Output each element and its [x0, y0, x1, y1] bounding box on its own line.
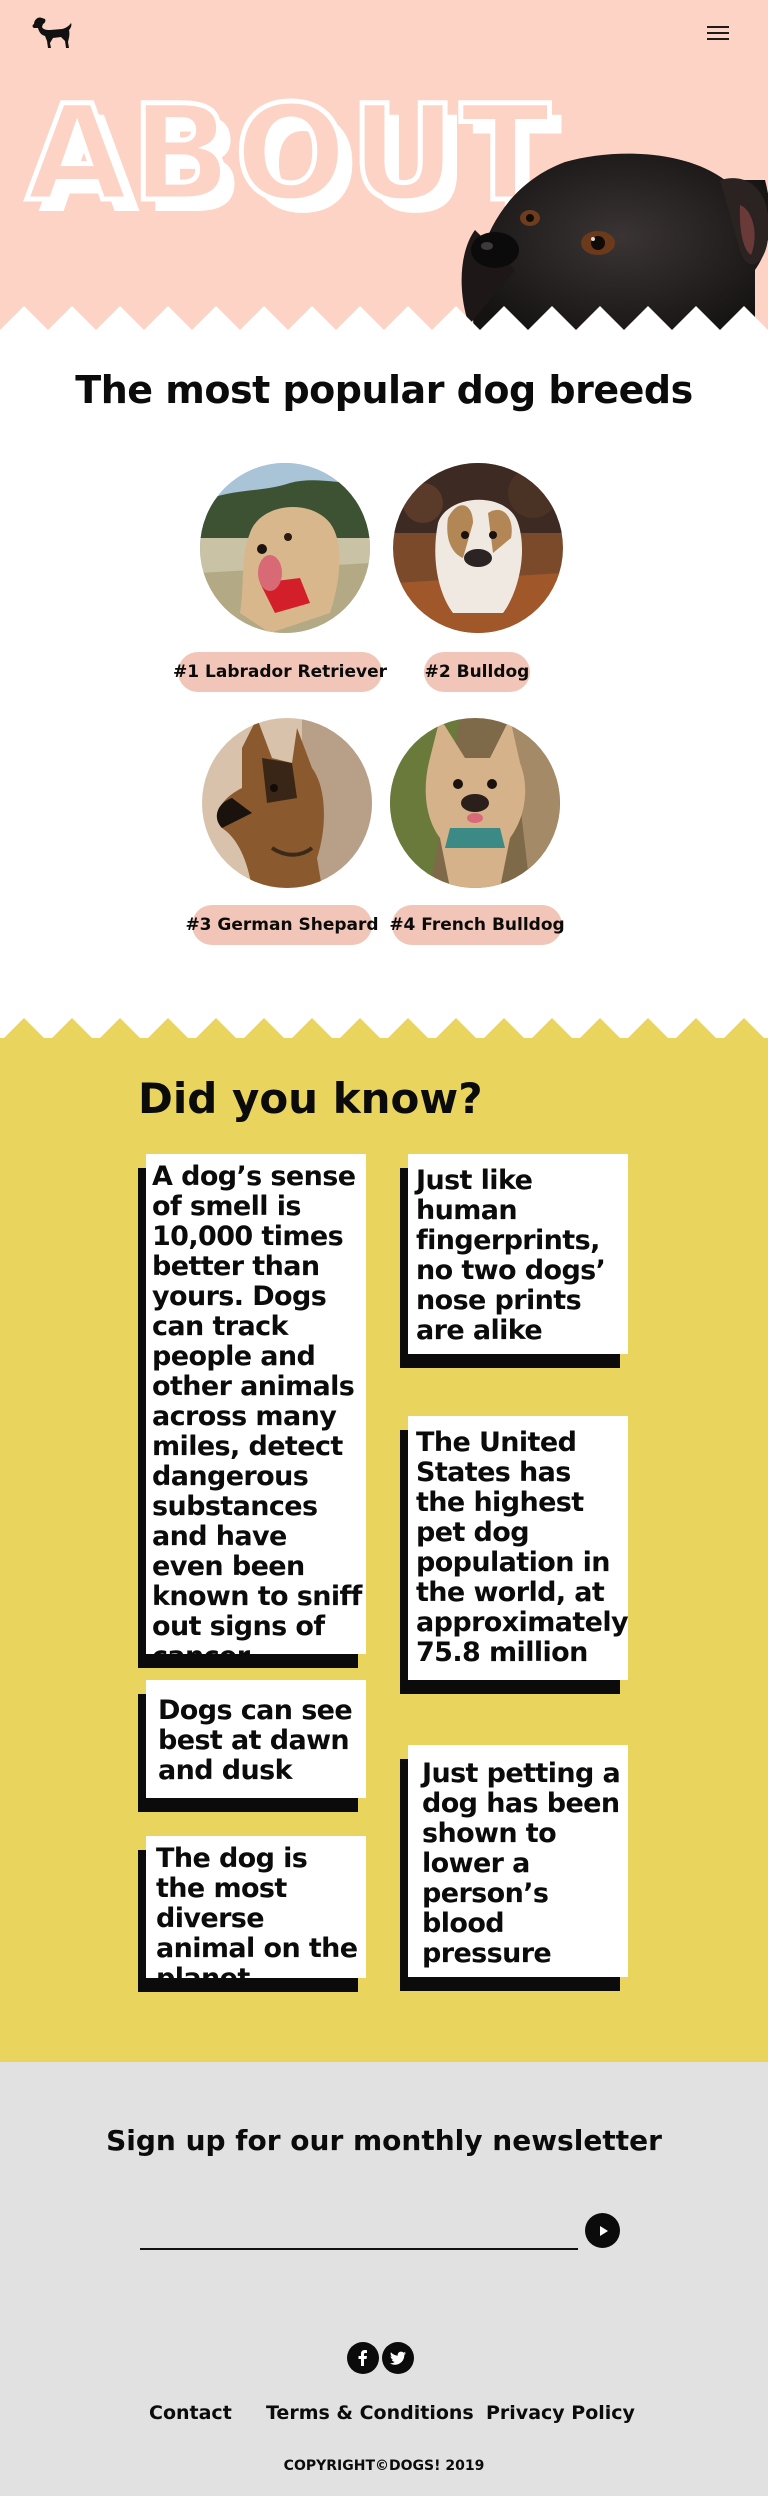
breed-label-french-bulldog: #4 French Bulldog — [389, 905, 565, 945]
zigzag-divider — [0, 306, 768, 330]
fact-card: The United States has the highest pet do… — [408, 1416, 628, 1680]
fact-card: Just like human fingerprints, no two dog… — [408, 1154, 628, 1354]
hamburger-menu-icon[interactable] — [704, 22, 732, 46]
breed-label-bulldog: #2 Bulldog — [424, 652, 530, 692]
footer-link-contact[interactable]: Contact — [149, 2402, 232, 2424]
twitter-icon[interactable] — [382, 2342, 414, 2374]
newsletter-heading: Sign up for our monthly newsletter — [106, 2124, 662, 2157]
bulldog-photo — [393, 463, 563, 633]
copyright-text: COPYRIGHT©DOGS! 2019 — [283, 2458, 485, 2474]
facts-heading: Did you know? — [138, 1074, 483, 1123]
french-bulldog-photo — [390, 718, 560, 888]
breed-label-labrador: #1 Labrador Retriever — [173, 652, 387, 692]
facts-section — [0, 1038, 768, 2062]
breeds-heading: The most popular dog breeds — [75, 368, 693, 412]
german-shepherd-photo — [202, 718, 372, 888]
email-input[interactable] — [140, 2214, 578, 2250]
facebook-icon[interactable] — [347, 2342, 379, 2374]
arrow-right-icon — [599, 2225, 608, 2236]
labrador-photo — [200, 463, 370, 633]
newsletter-submit-button[interactable] — [585, 2213, 620, 2248]
fact-card: A dog’s sense of smell is 10,000 times b… — [146, 1154, 366, 1654]
zigzag-divider — [0, 1018, 768, 1042]
breed-label-german-shepard: #3 German Shepard — [185, 905, 379, 945]
fact-card: Dogs can see best at dawn and dusk — [146, 1680, 366, 1798]
dog-logo-icon[interactable] — [28, 10, 76, 50]
footer-link-privacy[interactable]: Privacy Policy — [486, 2402, 635, 2424]
footer-link-terms[interactable]: Terms & Conditions — [266, 2402, 474, 2424]
fact-card: The dog is the most diverse animal on th… — [146, 1836, 366, 1978]
hero-banner: ABOUT — [0, 0, 768, 330]
fact-card: Just petting a dog has been shown to low… — [408, 1745, 628, 1977]
